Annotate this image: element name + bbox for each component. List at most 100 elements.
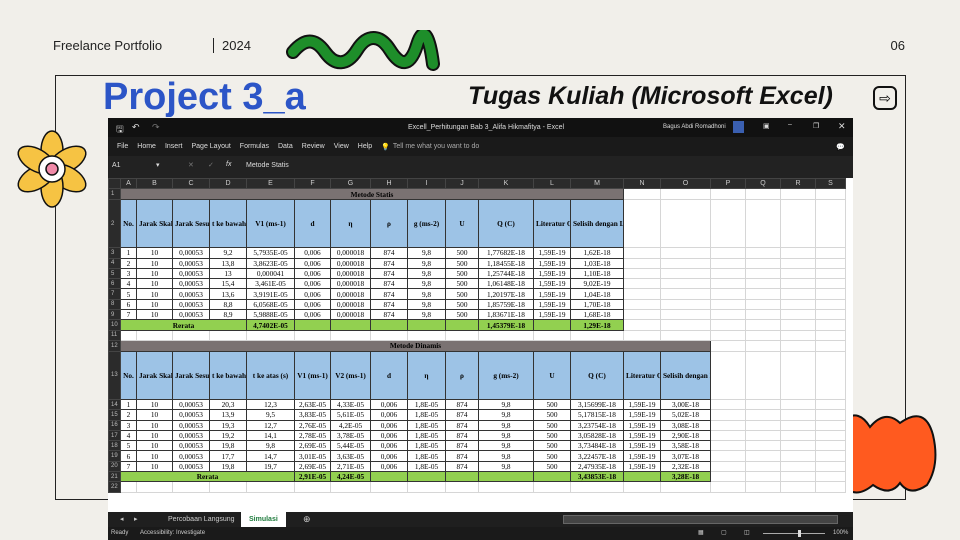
column-header-F[interactable]: F [294,177,331,190]
data-cell[interactable]: 5,02E-18 [660,409,711,421]
cell[interactable] [370,329,408,341]
cell[interactable] [745,199,781,249]
data-cell[interactable]: 8,8 [209,298,247,311]
data-cell[interactable]: 9,8 [407,298,446,311]
column-heading[interactable]: η [407,350,446,400]
data-cell[interactable]: 500 [533,409,571,421]
cell[interactable] [710,319,746,331]
normal-view-icon[interactable]: ▦ [698,529,704,536]
data-cell[interactable]: 0,00053 [172,460,210,473]
average-v1[interactable]: 4,7402E-05 [246,319,295,331]
user-name[interactable]: Bagus Abdi Romadhoni [663,124,726,130]
data-cell[interactable]: 2,63E-05 [294,398,331,411]
data-cell[interactable]: 0,006 [370,398,408,411]
page-break-view-icon[interactable]: ◫ [744,529,750,536]
row-header[interactable]: 15 [108,409,121,421]
zoom-slider[interactable] [763,533,825,534]
data-cell[interactable]: 0,006 [294,247,331,259]
cell[interactable] [533,329,571,341]
cell[interactable] [478,481,534,493]
data-cell[interactable]: 1,62E-18 [570,247,624,259]
data-cell[interactable]: 500 [533,460,571,473]
cell[interactable] [570,329,624,341]
row-header[interactable]: 22 [108,481,121,493]
cell[interactable] [710,350,746,400]
tab-formulas[interactable]: Formulas [240,143,269,150]
data-cell[interactable]: 3,73484E-18 [570,440,624,452]
data-cell[interactable]: 10 [136,288,173,300]
data-cell[interactable]: 1,59E-19 [533,257,571,269]
cell[interactable] [780,278,816,290]
data-cell[interactable]: 1,06148E-18 [478,278,534,290]
data-cell[interactable]: 500 [445,257,479,269]
data-cell[interactable]: 1,59E-19 [533,278,571,290]
cell[interactable] [623,481,661,493]
cell[interactable] [445,481,479,493]
column-heading[interactable]: Selisih dengan Literatur [660,350,711,400]
data-cell[interactable]: 500 [533,429,571,442]
cell[interactable] [246,329,295,341]
accessibility-status[interactable]: Accessibility: Investigate [140,530,205,536]
data-cell[interactable]: 1,18455E-18 [478,257,534,269]
cell[interactable] [745,257,781,269]
comments-icon[interactable]: 💬 [836,143,845,151]
data-cell[interactable]: 0,000018 [330,298,371,311]
data-cell[interactable]: 5,9888E-05 [246,309,295,321]
cell[interactable] [294,481,331,493]
row-header[interactable]: 17 [108,429,121,442]
cell[interactable] [815,471,846,483]
data-cell[interactable]: 500 [445,298,479,311]
column-heading[interactable]: d [294,199,331,249]
cell[interactable] [710,247,746,259]
cell[interactable] [780,460,816,473]
data-cell[interactable]: 0,00053 [172,450,210,462]
cell[interactable] [780,450,816,462]
data-cell[interactable]: 10 [136,429,173,442]
column-heading[interactable]: g (ms-2) [478,350,534,400]
data-cell[interactable]: 9,8 [478,419,534,431]
average-empty[interactable] [330,319,371,331]
data-cell[interactable]: 6 [120,298,137,311]
data-cell[interactable]: 0,00053 [172,409,210,421]
cell[interactable] [815,278,846,290]
data-cell[interactable]: 2 [120,257,137,269]
cell[interactable] [478,329,534,341]
cell[interactable] [710,398,746,411]
cell[interactable] [660,267,711,280]
cell[interactable] [815,440,846,452]
data-cell[interactable]: 874 [445,450,479,462]
data-cell[interactable]: 1,59E-19 [623,398,661,411]
data-cell[interactable]: 7 [120,309,137,321]
data-cell[interactable]: 0,00053 [172,440,210,452]
cell[interactable] [710,257,746,269]
data-cell[interactable]: 1,59E-19 [623,429,661,442]
cell[interactable] [246,481,295,493]
data-cell[interactable]: 0,00053 [172,298,210,311]
cell[interactable] [745,339,781,352]
data-cell[interactable]: 14,1 [246,429,295,442]
cell[interactable] [660,199,711,249]
cell[interactable] [623,298,661,311]
column-header-N[interactable]: N [623,177,661,190]
data-cell[interactable]: 1 [120,247,137,259]
data-cell[interactable]: 3,00E-18 [660,398,711,411]
row-header[interactable]: 14 [108,398,121,411]
data-cell[interactable]: 9,8 [407,278,446,290]
data-cell[interactable]: 874 [370,278,408,290]
data-cell[interactable]: 874 [370,257,408,269]
zoom-slider-thumb[interactable] [798,530,801,537]
row-header[interactable]: 7 [108,288,121,300]
cell[interactable] [209,329,247,341]
data-cell[interactable]: 9,8 [478,460,534,473]
data-cell[interactable]: 874 [370,247,408,259]
cell[interactable] [745,288,781,300]
column-heading[interactable]: Selisih dengan Literatur [570,199,624,249]
data-cell[interactable]: 0,000018 [330,309,371,321]
column-heading[interactable]: t ke atas (s) [246,350,295,400]
cell[interactable] [815,460,846,473]
column-heading[interactable]: Q (C) [478,199,534,249]
data-cell[interactable]: 0,00053 [172,288,210,300]
cell[interactable] [623,319,661,331]
cell[interactable] [745,398,781,411]
cell[interactable] [780,409,816,421]
